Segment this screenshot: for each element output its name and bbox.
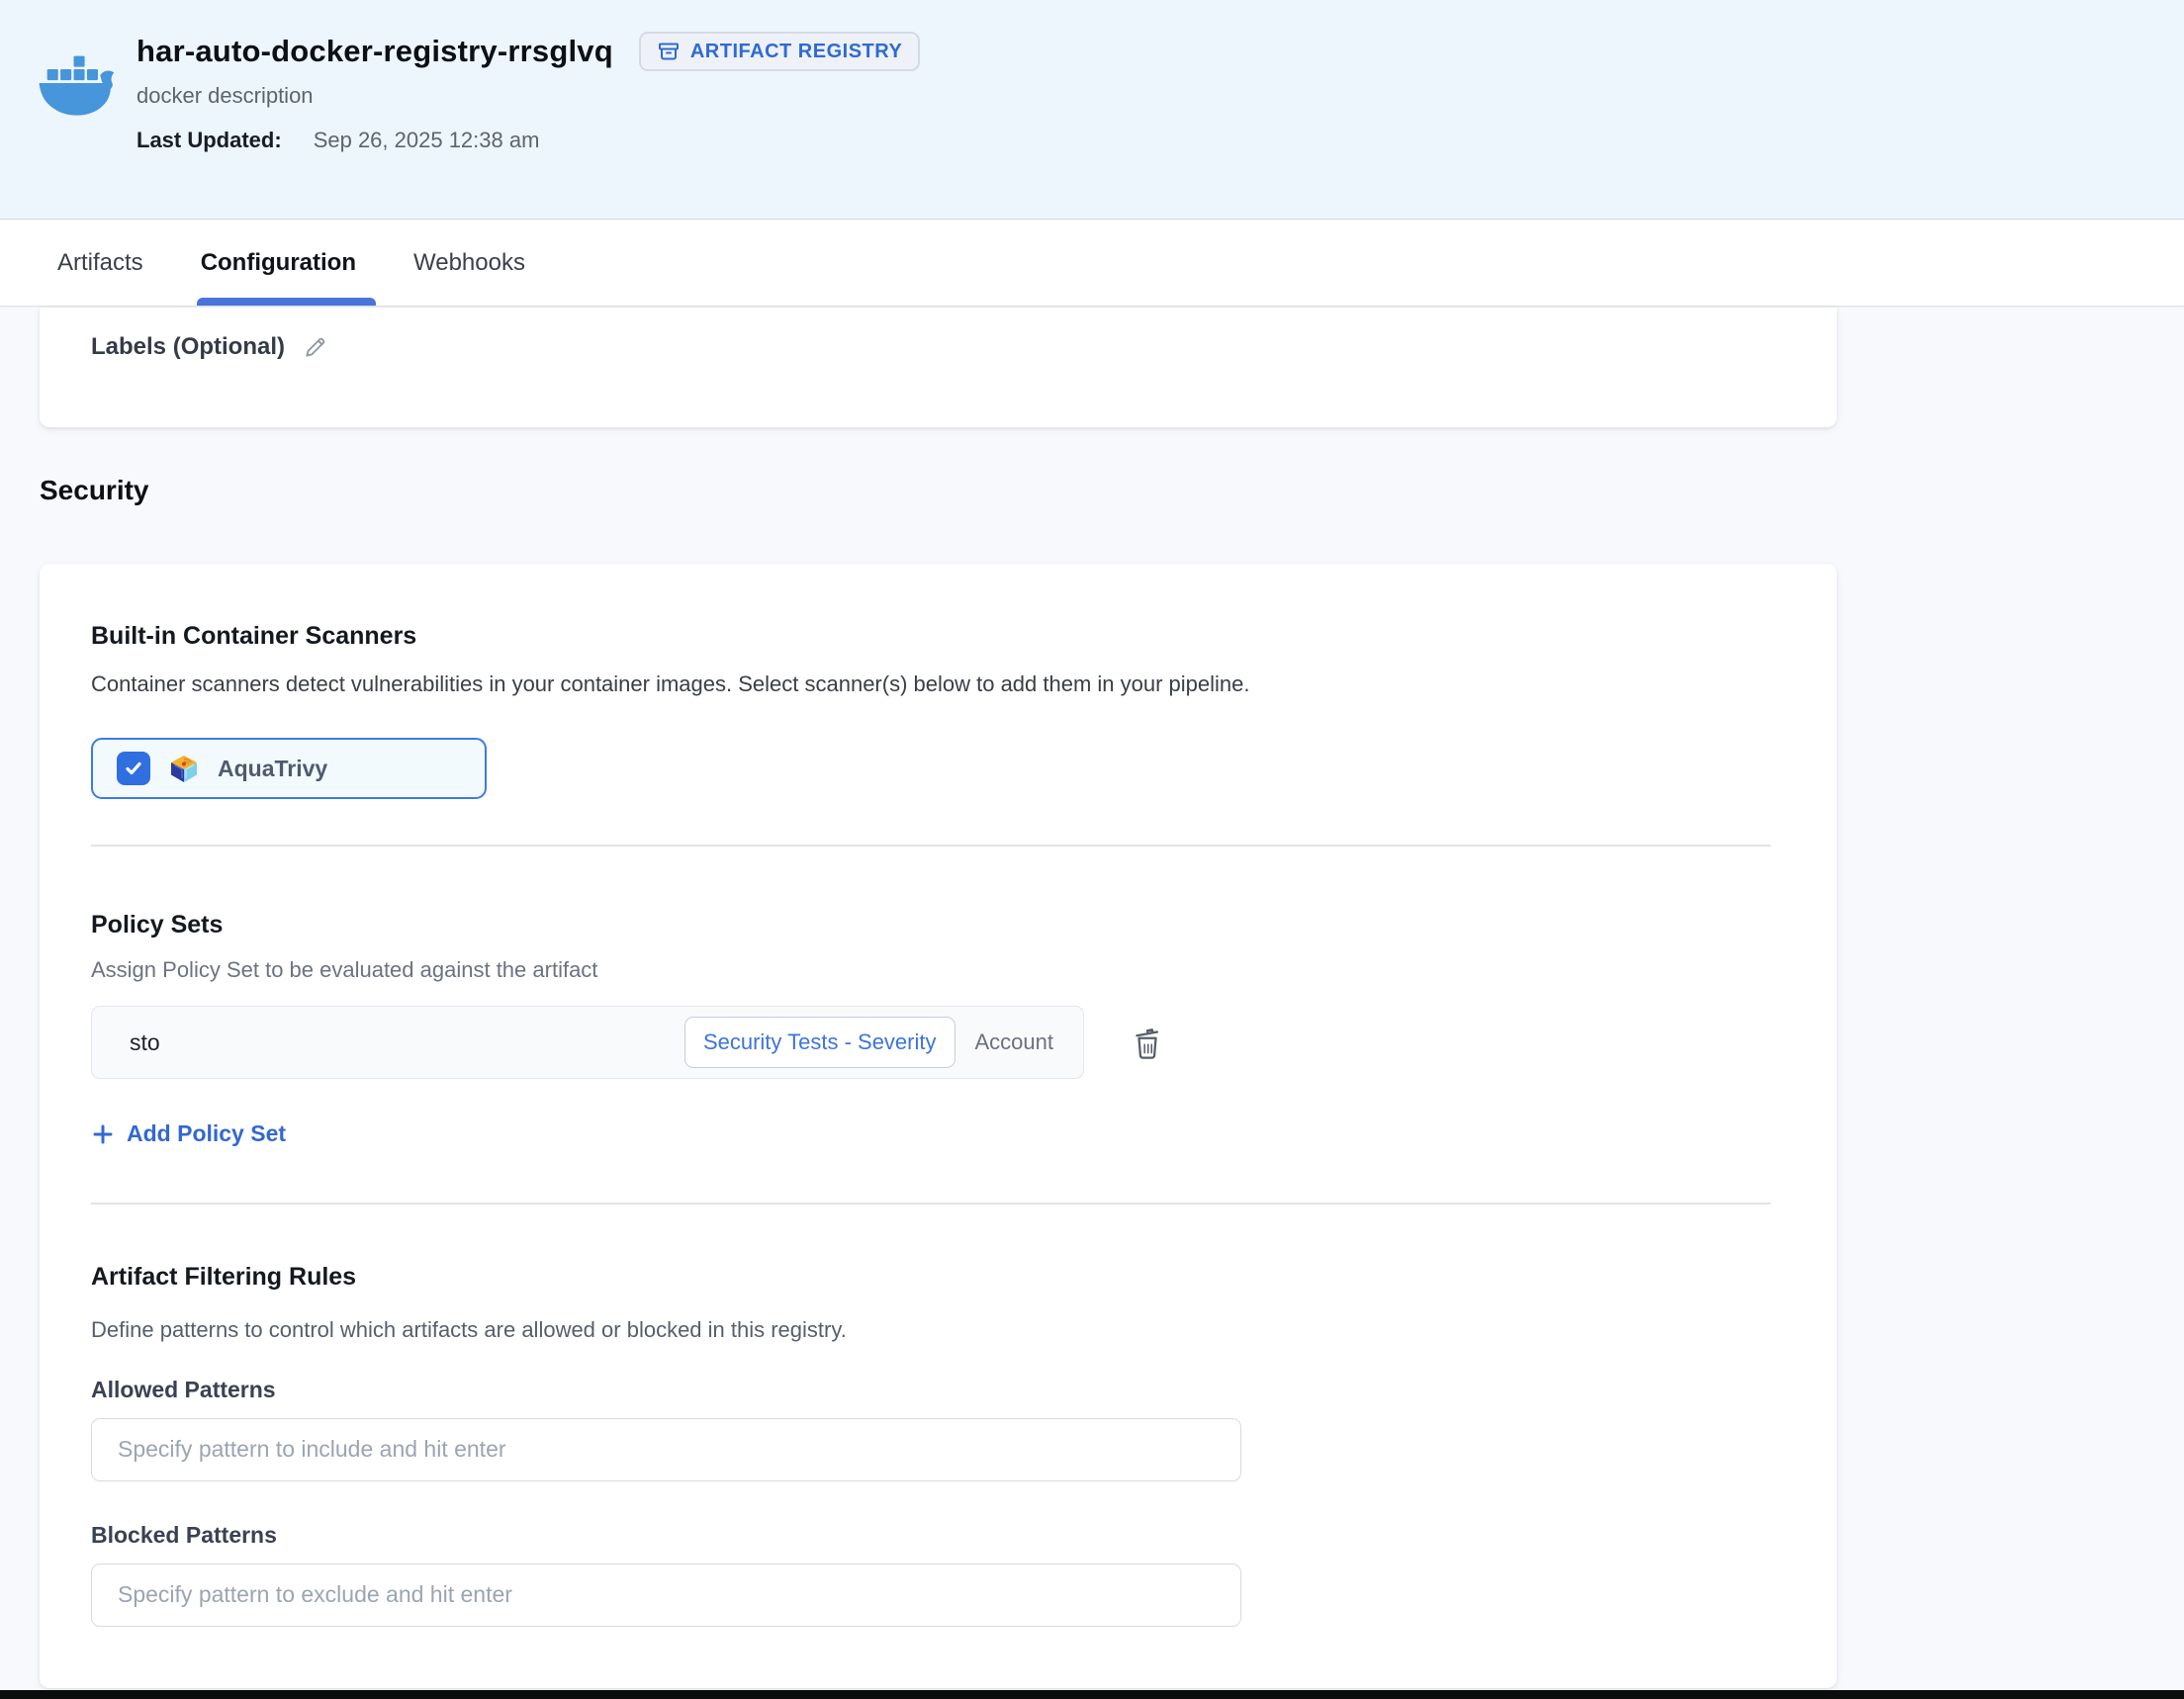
scanners-description: Container scanners detect vulnerabilitie… [91,671,1785,698]
check-icon [124,759,143,778]
labels-card: Labels (Optional) [40,308,1837,427]
bottom-edge-bar [0,1690,2184,1699]
policy-sets-description: Assign Policy Set to be evaluated agains… [91,956,1785,984]
allowed-patterns-input[interactable] [91,1418,1241,1481]
configuration-content: Labels (Optional) Security Built-in Cont… [0,308,2184,1699]
plus-icon [91,1122,115,1146]
policy-set-search-input[interactable] [128,1028,684,1057]
archive-box-icon [657,40,681,63]
edit-labels-button[interactable] [301,332,330,362]
security-section-title: Security [40,473,2184,508]
registry-description: docker description [136,82,920,110]
aquatrivy-checkbox[interactable] [117,752,150,785]
tab-bar: Artifacts Configuration Webhooks [0,221,2184,307]
page-title: har-auto-docker-registry-rrsglvq [136,30,613,73]
policy-set-chip[interactable]: Security Tests - Severity [684,1017,956,1068]
policy-set-row: Security Tests - Severity Account [91,1006,1785,1079]
docker-whale-icon [36,42,119,125]
scanner-option-aquatrivy[interactable]: AquaTrivy [91,738,487,799]
last-updated-label: Last Updated: [136,128,282,153]
trivy-cube-icon [168,753,200,784]
divider [91,845,1771,847]
add-policy-set-button[interactable]: Add Policy Set [91,1120,286,1147]
delete-policy-set-button[interactable] [1130,1023,1165,1062]
last-updated-value: Sep 26, 2025 12:38 am [314,128,540,153]
blocked-patterns-label: Blocked Patterns [91,1521,1785,1550]
policy-sets-title: Policy Sets [91,910,1785,940]
artifact-registry-badge: ARTIFACT REGISTRY [639,32,920,71]
pencil-icon [303,334,328,360]
policy-set-select[interactable]: Security Tests - Severity Account [91,1006,1084,1079]
blocked-patterns-input[interactable] [91,1564,1241,1627]
page-header: har-auto-docker-registry-rrsglvq ARTIFAC… [0,0,2184,220]
tab-configuration[interactable]: Configuration [201,221,356,306]
scanner-label: AquaTrivy [218,756,327,782]
tab-artifacts[interactable]: Artifacts [57,221,143,306]
filtering-rules-description: Define patterns to control which artifac… [91,1316,1785,1344]
trash-icon [1131,1024,1164,1061]
filtering-rules-title: Artifact Filtering Rules [91,1262,1785,1293]
artifact-registry-page: har-auto-docker-registry-rrsglvq ARTIFAC… [0,0,2184,1699]
allowed-patterns-label: Allowed Patterns [91,1376,1785,1404]
tab-webhooks[interactable]: Webhooks [413,221,525,306]
divider [91,1203,1771,1205]
add-policy-set-label: Add Policy Set [127,1120,286,1147]
security-card: Built-in Container Scanners Container sc… [40,564,1837,1688]
scanners-title: Built-in Container Scanners [91,621,1785,652]
labels-title: Labels (Optional) [91,333,285,361]
badge-label: ARTIFACT REGISTRY [690,41,902,63]
policy-set-scope: Account [975,1029,1054,1055]
